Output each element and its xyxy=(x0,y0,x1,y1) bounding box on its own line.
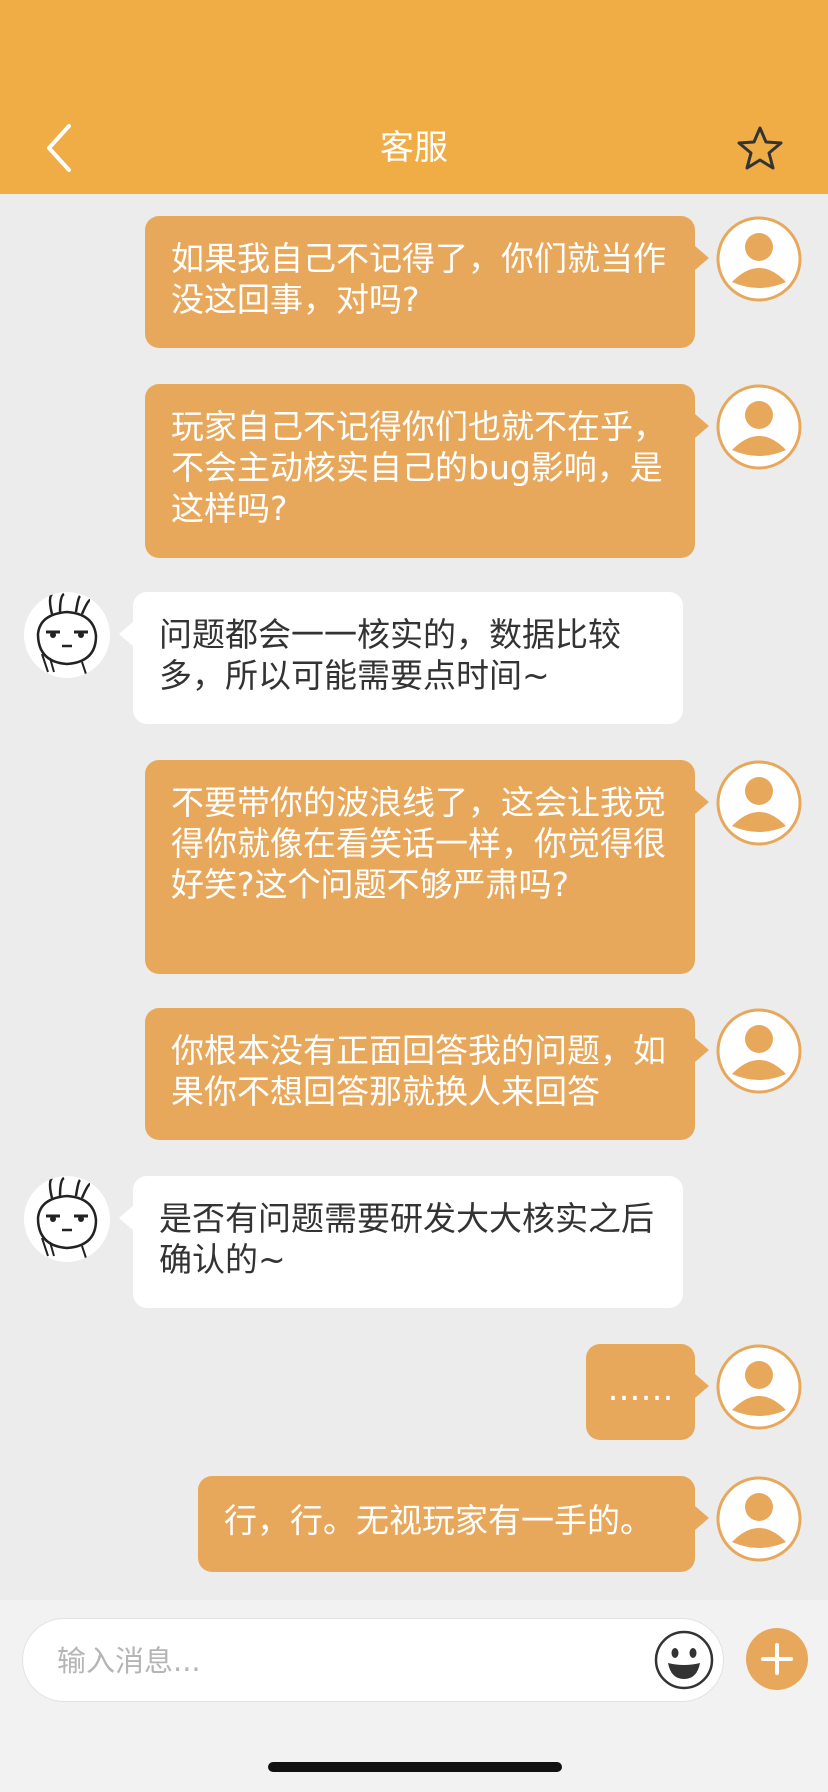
header-bar: 客服 xyxy=(0,0,828,194)
user-avatar-icon xyxy=(716,216,802,302)
user-message-bubble: …… xyxy=(586,1344,709,1440)
chat-area[interactable]: 如果我自己不记得了，你们就当作没这回事，对吗? 玩家自己不记得你们也就不在乎，不… xyxy=(0,194,828,1600)
page-title: 客服 xyxy=(380,128,448,168)
user-avatar-icon xyxy=(716,1008,802,1094)
emoji-smile-icon xyxy=(654,1630,714,1690)
user-message-bubble: 行，行。无视玩家有一手的。 xyxy=(198,1476,709,1572)
star-outline-icon xyxy=(737,126,783,170)
agent-message-bubble: 问题都会一一核实的，数据比较多，所以可能需要点时间~ xyxy=(119,592,683,724)
user-message-bubble: 如果我自己不记得了，你们就当作没这回事，对吗? xyxy=(145,216,709,348)
message-input[interactable]: 输入消息... xyxy=(22,1618,724,1702)
user-avatar[interactable] xyxy=(716,1344,802,1430)
bunny-face-icon xyxy=(36,1176,98,1259)
favorite-button[interactable] xyxy=(734,122,786,174)
user-avatar[interactable] xyxy=(716,384,802,470)
user-avatar-icon xyxy=(716,384,802,470)
user-message-bubble: 玩家自己不记得你们也就不在乎，不会主动核实自己的bug影响，是这样吗? xyxy=(145,384,709,558)
user-avatar-icon xyxy=(716,760,802,846)
user-avatar[interactable] xyxy=(716,760,802,846)
user-message-bubble: 你根本没有正面回答我的问题，如果你不想回答那就换人来回答 xyxy=(145,1008,709,1140)
emoji-button[interactable] xyxy=(653,1629,715,1691)
agent-message-bubble: 是否有问题需要研发大大核实之后确认的~ xyxy=(119,1176,683,1308)
plus-icon xyxy=(761,1643,793,1675)
agent-avatar[interactable] xyxy=(24,592,110,678)
user-avatar[interactable] xyxy=(716,1008,802,1094)
add-attachment-button[interactable] xyxy=(746,1628,808,1690)
agent-avatar[interactable] xyxy=(24,1176,110,1262)
message-input-placeholder: 输入消息... xyxy=(57,1644,201,1678)
home-indicator xyxy=(268,1762,562,1772)
user-message-bubble: 不要带你的波浪线了，这会让我觉得你就像在看笑话一样，你觉得很好笑?这个问题不够严… xyxy=(145,760,709,974)
user-avatar[interactable] xyxy=(716,1476,802,1562)
user-avatar-icon xyxy=(716,1476,802,1562)
user-avatar[interactable] xyxy=(716,216,802,302)
user-avatar-icon xyxy=(716,1344,802,1430)
bunny-face-icon xyxy=(36,592,98,675)
